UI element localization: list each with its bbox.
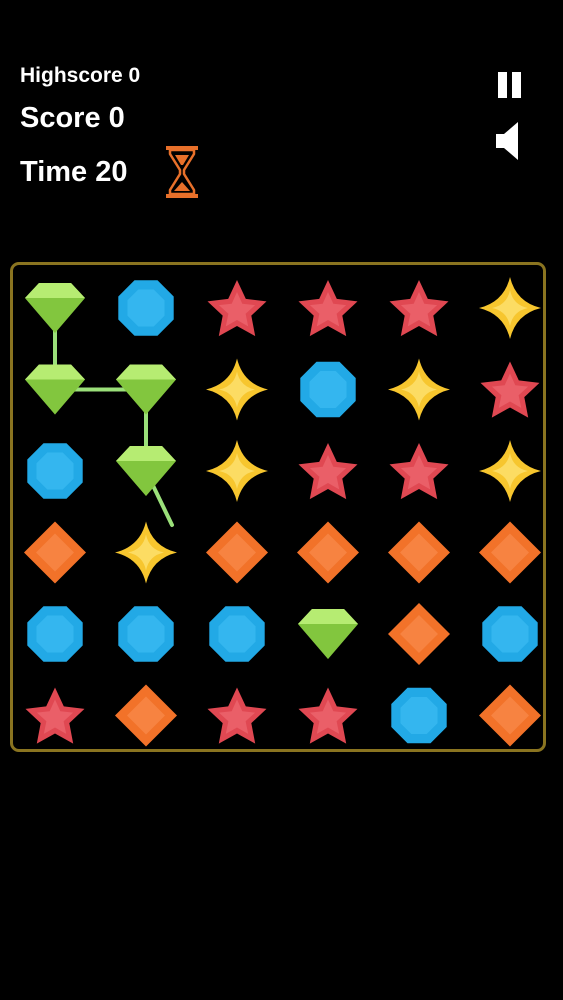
green-gem[interactable]: [116, 446, 176, 496]
yellow-gem[interactable]: [206, 440, 268, 502]
hourglass-icon: [166, 146, 198, 198]
orange-gem[interactable]: [24, 521, 86, 584]
gem-grid[interactable]: [13, 265, 543, 749]
orange-gem[interactable]: [115, 684, 177, 747]
red-gem[interactable]: [207, 280, 267, 337]
highscore-label: Highscore 0: [20, 64, 141, 87]
green-gem[interactable]: [25, 364, 85, 415]
orange-gem[interactable]: [479, 521, 541, 584]
green-gem[interactable]: [25, 283, 85, 333]
blue-gem[interactable]: [391, 687, 447, 744]
orange-gem[interactable]: [388, 603, 450, 665]
pause-icon: [498, 72, 507, 98]
orange-gem[interactable]: [479, 684, 541, 747]
yellow-gem[interactable]: [388, 358, 450, 421]
yellow-gem[interactable]: [115, 521, 177, 584]
green-gem[interactable]: [298, 609, 358, 659]
red-gem[interactable]: [389, 280, 449, 337]
pause-button[interactable]: [498, 72, 524, 98]
red-gem[interactable]: [25, 687, 85, 744]
speaker-icon[interactable]: [496, 120, 522, 162]
blue-gem[interactable]: [300, 361, 356, 418]
blue-gem[interactable]: [27, 606, 83, 662]
red-gem[interactable]: [480, 361, 540, 418]
orange-gem[interactable]: [297, 521, 359, 584]
blue-gem[interactable]: [482, 606, 538, 662]
orange-gem[interactable]: [206, 521, 268, 584]
yellow-gem[interactable]: [479, 277, 541, 339]
blue-gem[interactable]: [118, 606, 174, 662]
blue-gem[interactable]: [209, 606, 265, 662]
yellow-gem[interactable]: [206, 358, 268, 421]
red-gem[interactable]: [298, 280, 358, 337]
pause-icon-bar: [512, 72, 521, 98]
blue-gem[interactable]: [118, 280, 174, 336]
orange-gem[interactable]: [388, 521, 450, 584]
green-gem[interactable]: [116, 364, 176, 415]
blue-gem[interactable]: [27, 443, 83, 499]
yellow-gem[interactable]: [479, 440, 541, 502]
red-gem[interactable]: [389, 443, 449, 500]
score-label: Score 0: [20, 102, 125, 134]
red-gem[interactable]: [207, 687, 267, 744]
time-label: Time 20: [20, 156, 128, 188]
red-gem[interactable]: [298, 443, 358, 500]
game-board: [10, 262, 546, 752]
red-gem[interactable]: [298, 687, 358, 744]
